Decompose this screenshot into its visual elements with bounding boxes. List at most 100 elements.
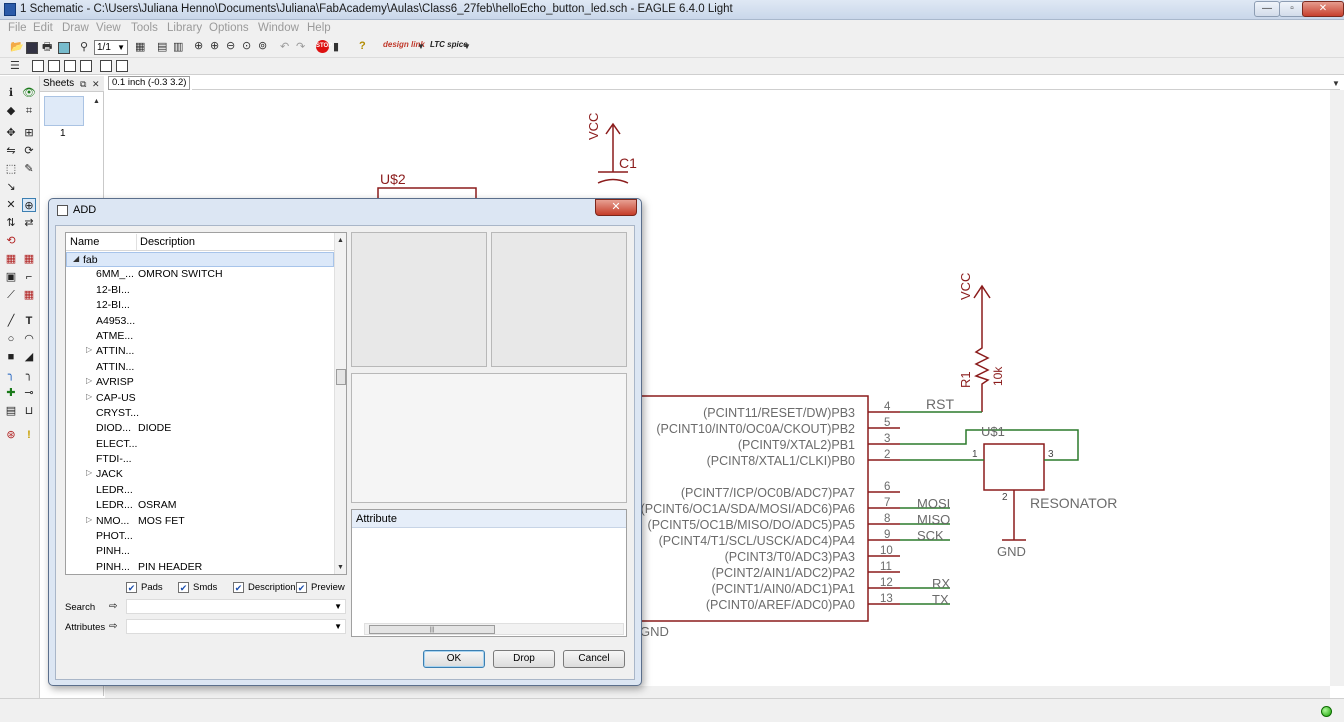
rect-icon[interactable]: ■	[4, 350, 18, 364]
paste-icon[interactable]: ↘	[4, 180, 18, 194]
invoke-icon[interactable]: ▦	[22, 288, 36, 302]
minimize-button[interactable]: —	[1254, 1, 1280, 17]
dimension-icon[interactable]: ⊔	[22, 404, 36, 418]
collapse-icon[interactable]: ◢	[73, 254, 79, 263]
gateswap-icon[interactable]: ⇄	[22, 216, 36, 230]
tree-scrollbar[interactable]: ▲ ▼	[334, 233, 346, 574]
menu-options[interactable]: Options	[209, 22, 249, 34]
smash-icon[interactable]: ▣	[4, 270, 18, 284]
mirror-icon[interactable]: ⇋	[4, 144, 18, 158]
scroll-down-icon[interactable]: ▼	[337, 562, 344, 574]
run-ulp-icon[interactable]: ▥	[173, 41, 183, 53]
column-name-header[interactable]: Name	[70, 236, 99, 248]
command-history-dropdown-icon[interactable]: ▼	[1332, 78, 1340, 90]
bend-style-4-icon[interactable]	[100, 60, 112, 72]
tree-row[interactable]: ▷ JACK	[66, 467, 334, 482]
lock-icon[interactable]: ⚲	[80, 41, 88, 53]
go-icon[interactable]: ▮	[333, 41, 339, 53]
zoom-select-icon[interactable]: ⊚	[258, 40, 267, 52]
zoom-in-icon[interactable]: ⊕	[210, 40, 219, 52]
tree-row[interactable]: ▷ AVRISP	[66, 375, 334, 390]
undo-icon[interactable]: ↶	[280, 41, 289, 53]
add-icon[interactable]: ⊕	[22, 198, 36, 212]
tree-scroll-thumb[interactable]	[336, 369, 346, 385]
close-icon[interactable]: ✕	[92, 78, 100, 90]
tree-row[interactable]: PINH... PIN HEADER	[66, 560, 334, 574]
attribute-scrollbar[interactable]: |||	[364, 623, 624, 635]
column-description-header[interactable]: Description	[140, 236, 195, 248]
attribute-scroll-thumb[interactable]: |||	[369, 625, 495, 634]
tree-row[interactable]: ATTIN...	[66, 360, 334, 375]
tree-row[interactable]: 12-BI...	[66, 298, 334, 313]
undock-icon[interactable]: ⧉	[80, 78, 86, 90]
polygon-icon[interactable]: ◢	[22, 350, 36, 364]
bend-style-3-icon[interactable]	[80, 60, 92, 72]
cancel-button[interactable]: Cancel	[563, 650, 625, 668]
menu-draw[interactable]: Draw	[62, 22, 89, 34]
search-go-icon[interactable]: ⇨	[109, 602, 121, 612]
bus-icon[interactable]: ╮	[4, 368, 18, 382]
tree-row[interactable]: LEDR... OSRAM	[66, 498, 334, 513]
command-line[interactable]	[192, 76, 1340, 90]
circle-icon[interactable]: ○	[4, 332, 18, 346]
wire-icon[interactable]: ╱	[4, 314, 18, 328]
split-icon[interactable]: ⟋	[4, 288, 18, 302]
redraw-icon[interactable]: ⊙	[242, 40, 251, 52]
search-input[interactable]: ▼	[126, 599, 346, 614]
chevron-down-icon[interactable]: ▼	[463, 41, 471, 53]
bend-style-5-icon[interactable]	[116, 60, 128, 72]
value-icon[interactable]: ▦	[22, 252, 36, 266]
tree-row[interactable]: A4953...	[66, 314, 334, 329]
zoom-fit-icon[interactable]: ⊕	[194, 40, 203, 52]
info-icon[interactable]: ℹ	[4, 86, 18, 100]
drop-button[interactable]: Drop	[493, 650, 555, 668]
expand-icon[interactable]: ▷	[86, 468, 92, 477]
tree-row[interactable]: ▷ NMO... MOS FET	[66, 514, 334, 529]
expand-icon[interactable]: ▷	[86, 392, 92, 401]
label-icon[interactable]: ⊸	[22, 386, 36, 400]
stop-icon[interactable]: STOP	[316, 40, 332, 53]
copy-icon[interactable]: ⊞	[22, 126, 36, 140]
net-icon[interactable]: ╮	[22, 368, 36, 382]
column-separator[interactable]	[136, 234, 137, 250]
chevron-down-icon[interactable]: ▼	[334, 620, 342, 634]
cam-icon[interactable]	[58, 42, 70, 54]
move-icon[interactable]: ✥	[4, 126, 18, 140]
open-icon[interactable]: 📂	[10, 41, 24, 53]
print-icon[interactable]: 🖶	[42, 41, 52, 53]
ok-button[interactable]: OK	[423, 650, 485, 668]
bend-style-1-icon[interactable]	[48, 60, 60, 72]
use-library-icon[interactable]: ▦	[135, 41, 145, 53]
save-icon[interactable]	[26, 42, 38, 54]
canvas-horizontal-scrollbar[interactable]	[105, 686, 1330, 698]
close-window-button[interactable]: ✕	[1302, 1, 1344, 17]
text-icon[interactable]: T	[22, 314, 36, 328]
tree-row[interactable]: 12-BI...	[66, 283, 334, 298]
errors-icon[interactable]: !	[22, 428, 36, 442]
tree-row[interactable]: DIOD... DIODE	[66, 421, 334, 436]
sheet-select[interactable]: 1/1 ▼	[94, 40, 128, 55]
tree-row[interactable]: ATME...	[66, 329, 334, 344]
menu-window[interactable]: Window	[258, 22, 299, 34]
tree-row[interactable]: CRYST...	[66, 406, 334, 421]
add-dialog-titlebar[interactable]: ADD ✕	[49, 199, 641, 223]
tree-row[interactable]: ▷ CAP-US	[66, 391, 334, 406]
erc-icon[interactable]: ⊛	[4, 428, 18, 442]
mark-icon[interactable]: ⌗	[22, 104, 36, 118]
menu-file[interactable]: File	[8, 22, 27, 34]
name-icon[interactable]: ▦	[4, 252, 18, 266]
display-icon[interactable]: ◆	[4, 104, 18, 118]
chevron-down-icon[interactable]: ▼	[417, 41, 425, 53]
expand-icon[interactable]: ▷	[86, 515, 92, 524]
show-icon[interactable]: 👁	[22, 86, 36, 100]
grid-icon[interactable]	[32, 60, 44, 72]
tree-row[interactable]: PHOT...	[66, 529, 334, 544]
miter-icon[interactable]: ⌐	[22, 270, 36, 284]
library-tree[interactable]: Name Description ◢ fab 6MM_... OMRON SWIT…	[65, 232, 347, 575]
scroll-up-icon[interactable]: ▲	[337, 235, 344, 247]
script-icon[interactable]: ▤	[157, 41, 167, 53]
close-dialog-button[interactable]: ✕	[595, 199, 637, 216]
redo-icon[interactable]: ↷	[296, 41, 305, 53]
sheet-thumbnail[interactable]	[44, 96, 84, 126]
tree-row[interactable]: 6MM_... OMRON SWITCH	[66, 267, 334, 282]
